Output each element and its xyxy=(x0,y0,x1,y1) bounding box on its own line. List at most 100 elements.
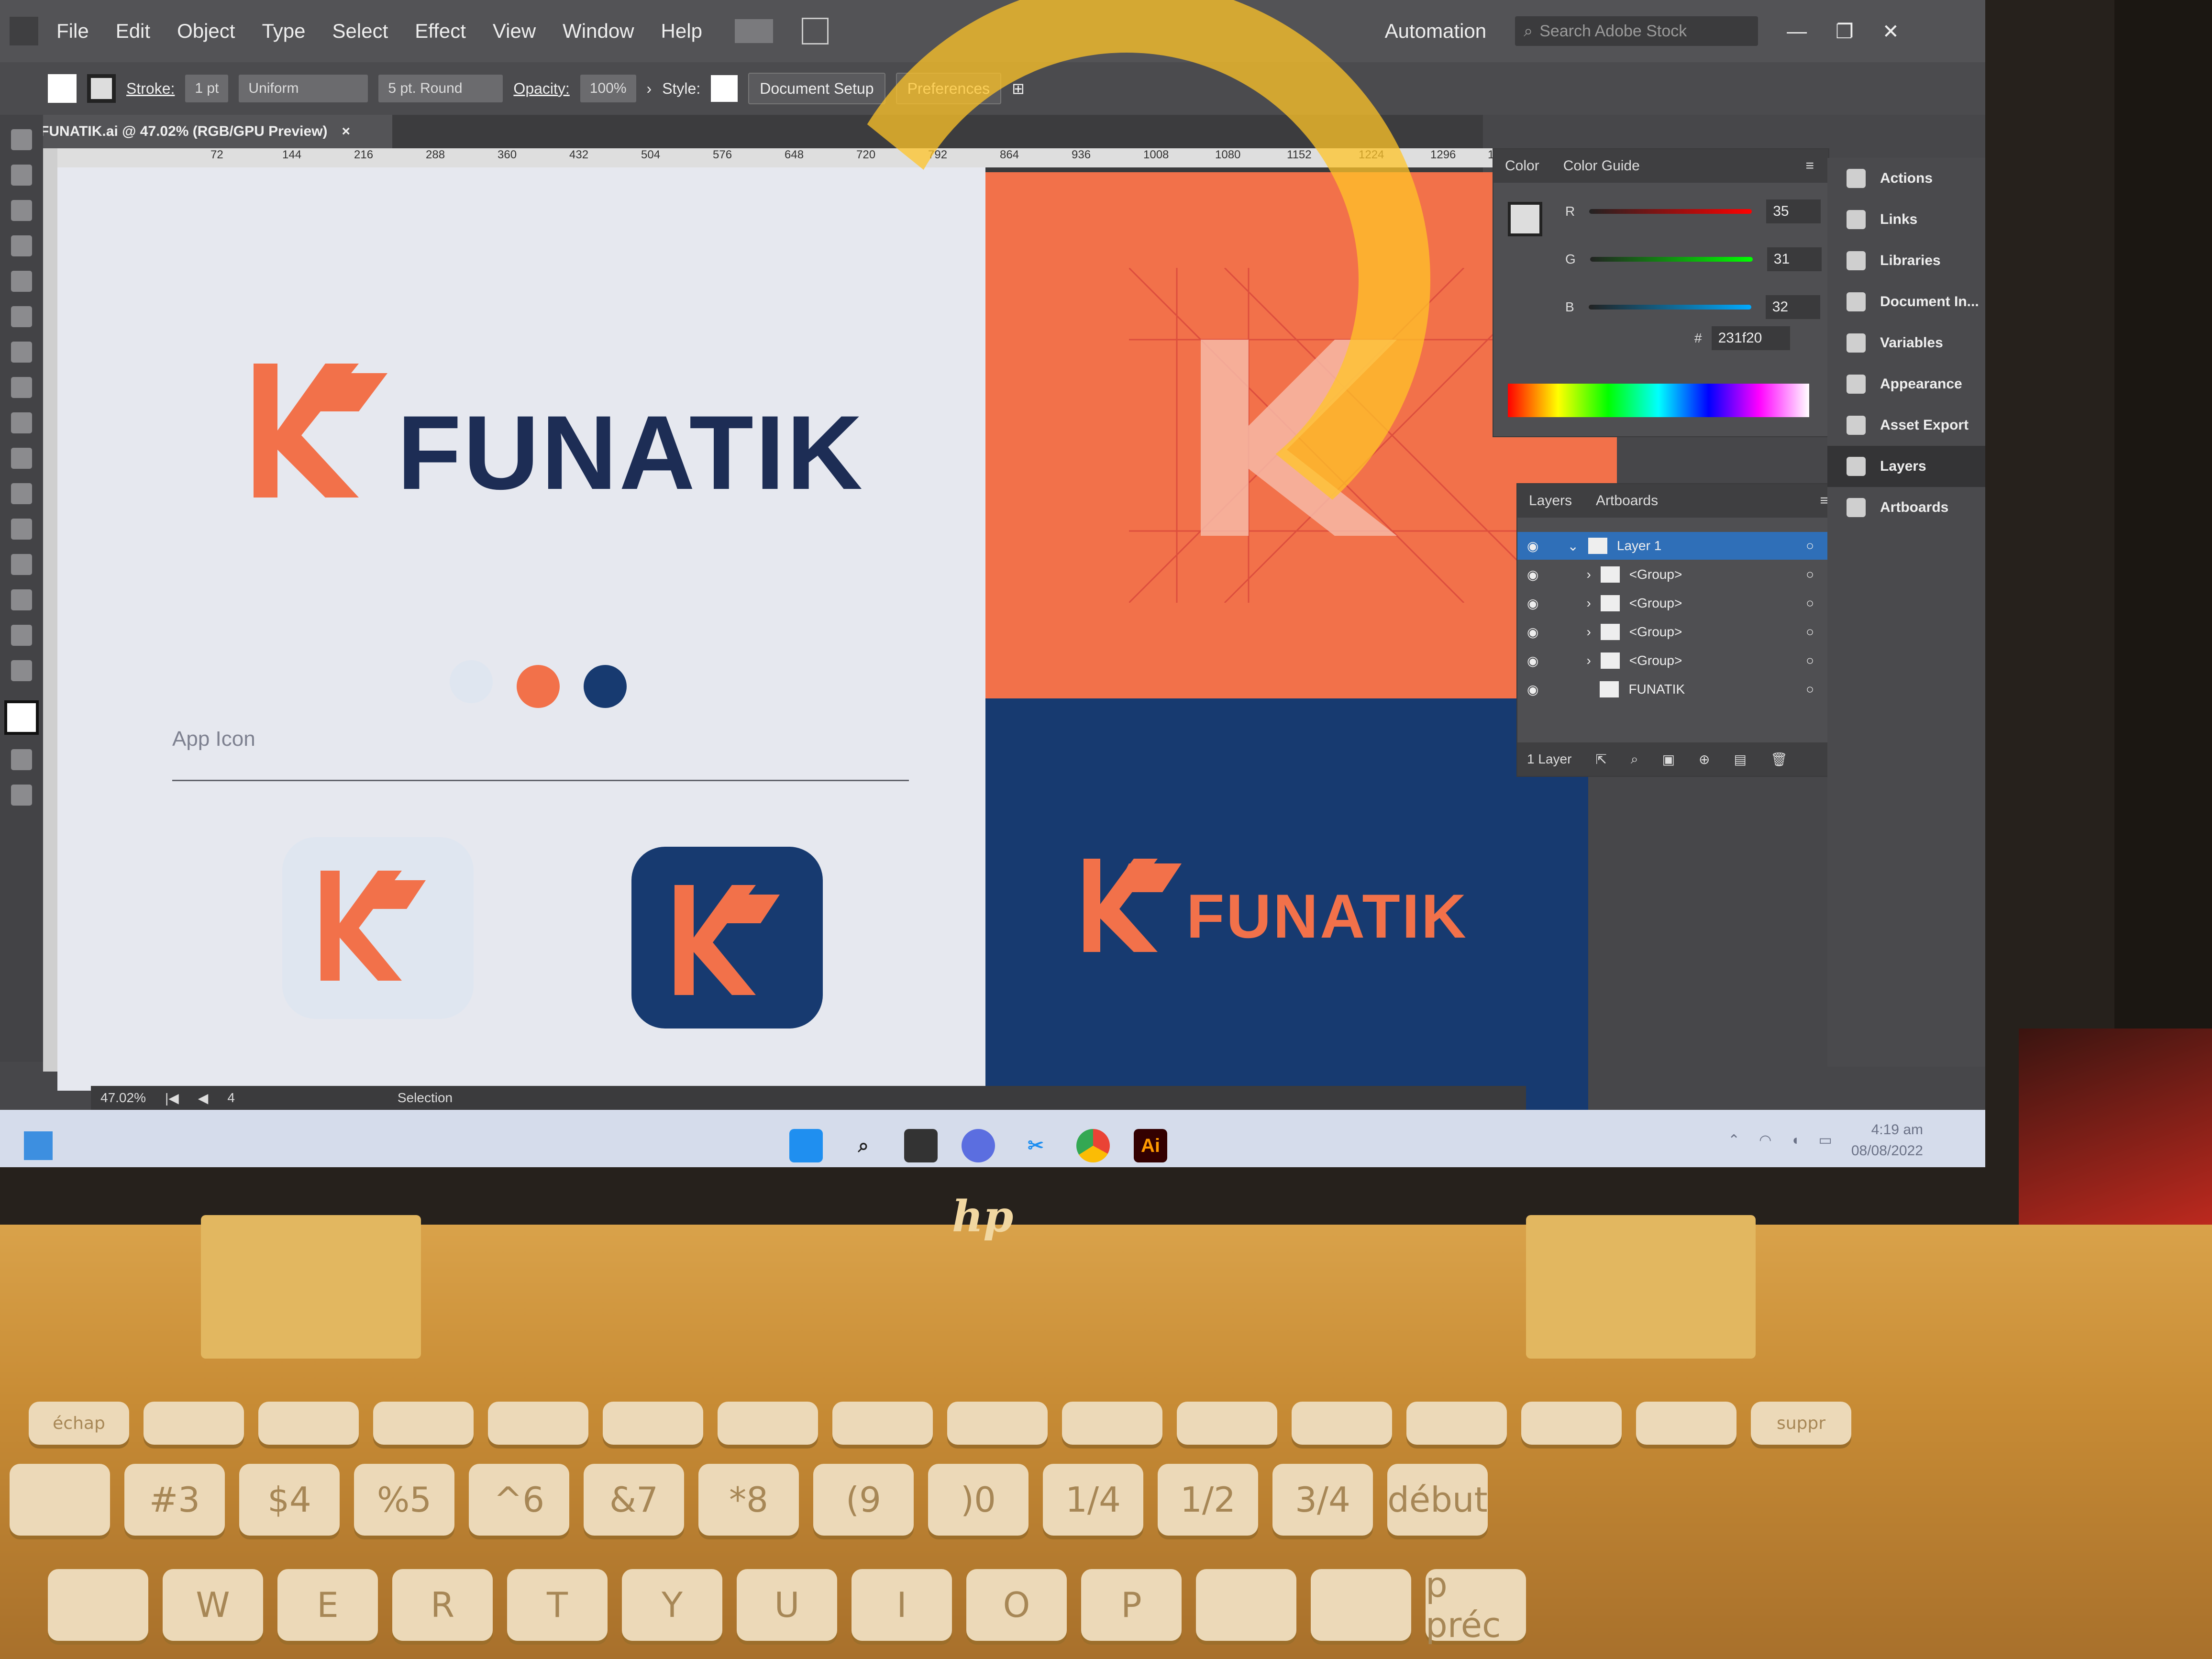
workspace-switcher[interactable]: Automation xyxy=(1385,20,1486,43)
key-u[interactable]: U xyxy=(737,1569,837,1641)
eye-icon[interactable]: ◉ xyxy=(1527,596,1538,611)
eye-icon[interactable]: ◉ xyxy=(1527,567,1538,583)
chevron-down-icon[interactable]: ⌄ xyxy=(1567,538,1578,554)
target-icon[interactable]: ○ xyxy=(1806,624,1814,640)
key-f7[interactable] xyxy=(832,1402,933,1445)
align-icon[interactable]: ⊞ xyxy=(1012,79,1025,98)
key-esc[interactable]: échap xyxy=(29,1402,129,1445)
stock-search-input[interactable]: ⌕ Search Adobe Stock xyxy=(1515,16,1759,46)
close-icon[interactable]: ✕ xyxy=(1882,20,1899,43)
pen-tool-icon[interactable] xyxy=(11,200,32,221)
wifi-icon[interactable]: ◠ xyxy=(1759,1130,1771,1151)
chevron-right-icon[interactable]: › xyxy=(1586,567,1591,582)
width-tool-icon[interactable] xyxy=(11,483,32,504)
draw-mode-icon[interactable] xyxy=(11,749,32,770)
scale-tool-icon[interactable] xyxy=(11,448,32,469)
layer-row[interactable]: ◉ FUNATIK ○ xyxy=(1517,675,1833,703)
close-tab-icon[interactable]: × xyxy=(342,123,351,140)
target-icon[interactable]: ○ xyxy=(1806,682,1814,697)
chevron-up-icon[interactable]: ⌃ xyxy=(1728,1130,1740,1151)
key-w[interactable]: W xyxy=(163,1569,263,1641)
delete-icon[interactable]: 🗑 xyxy=(1770,752,1788,767)
key-f2[interactable] xyxy=(258,1402,359,1445)
key-q[interactable] xyxy=(48,1569,148,1641)
snipping-tool-icon[interactable]: ✂ xyxy=(1019,1129,1052,1162)
new-sublayer-icon[interactable]: ⊕ xyxy=(1699,752,1710,767)
eyedropper-tool-icon[interactable] xyxy=(11,625,32,646)
selection-tool-icon[interactable] xyxy=(11,129,32,150)
menu-type[interactable]: Type xyxy=(248,20,319,43)
eye-icon[interactable]: ◉ xyxy=(1527,538,1538,554)
stroke-label[interactable]: Stroke: xyxy=(126,80,175,98)
zoom-tool-icon[interactable] xyxy=(11,660,32,681)
layer-row[interactable]: ◉ ⌄ Layer 1 ○ xyxy=(1517,532,1833,560)
key-f1[interactable] xyxy=(144,1402,244,1445)
key-home[interactable]: début xyxy=(1387,1464,1488,1536)
dock-document-info[interactable]: Document In... xyxy=(1827,281,1985,322)
layer-row[interactable]: ◉ › <Group> ○ xyxy=(1517,589,1833,617)
target-icon[interactable]: ○ xyxy=(1806,596,1814,611)
key-f13[interactable] xyxy=(1521,1402,1622,1445)
dock-actions[interactable]: Actions xyxy=(1827,158,1985,199)
opacity-field[interactable]: 100% xyxy=(580,75,636,102)
key-f5[interactable] xyxy=(603,1402,703,1445)
key-8[interactable]: * 8 xyxy=(698,1464,799,1536)
key-f9[interactable] xyxy=(1062,1402,1162,1445)
chrome-icon[interactable] xyxy=(1076,1129,1110,1162)
key-half[interactable]: 1/2 xyxy=(1158,1464,1258,1536)
key-e[interactable]: E xyxy=(277,1569,378,1641)
type-tool-icon[interactable] xyxy=(11,235,32,256)
chevron-right-icon[interactable]: › xyxy=(1586,596,1591,611)
preferences-button[interactable]: Preferences xyxy=(896,73,1002,104)
key-7[interactable]: & 7 xyxy=(584,1464,684,1536)
eraser-tool-icon[interactable] xyxy=(11,377,32,398)
target-icon[interactable]: ○ xyxy=(1806,653,1814,668)
eye-icon[interactable]: ◉ xyxy=(1527,682,1538,697)
dock-layers[interactable]: Layers xyxy=(1827,446,1985,487)
prev-artboard-icon[interactable]: ◀ xyxy=(198,1090,209,1106)
clock-date[interactable]: 08/08/2022 xyxy=(1851,1140,1923,1161)
rotate-tool-icon[interactable] xyxy=(11,412,32,433)
artboard-number-field[interactable]: 4 xyxy=(227,1090,235,1106)
stroke-swatch[interactable] xyxy=(87,74,116,103)
stroke-weight-field[interactable]: 1 pt xyxy=(185,75,229,102)
key-o[interactable]: O xyxy=(966,1569,1067,1641)
color-spectrum[interactable] xyxy=(1508,384,1809,417)
document-tab[interactable]: FUNATIK.ai @ 47.02% (RGB/GPU Preview) × xyxy=(29,115,392,148)
task-view-icon[interactable] xyxy=(904,1129,938,1162)
key-f3[interactable] xyxy=(373,1402,474,1445)
key-f6[interactable] xyxy=(718,1402,818,1445)
fill-swatch[interactable] xyxy=(48,74,77,103)
fill-stroke-swatch[interactable] xyxy=(4,700,39,735)
panel-menu-icon[interactable]: ≡ xyxy=(1805,158,1814,174)
key-9[interactable]: (9 xyxy=(813,1464,914,1536)
paintbrush-tool-icon[interactable] xyxy=(11,342,32,363)
menu-help[interactable]: Help xyxy=(648,20,716,43)
graphic-style-swatch[interactable] xyxy=(711,75,738,102)
chat-icon[interactable] xyxy=(962,1129,995,1162)
zoom-field[interactable]: 47.02% xyxy=(100,1090,146,1106)
volume-icon[interactable]: ◖ xyxy=(1791,1130,1799,1151)
key-2[interactable] xyxy=(10,1464,110,1536)
restore-icon[interactable]: ❐ xyxy=(1836,20,1854,43)
minimize-icon[interactable]: — xyxy=(1787,20,1807,43)
key-f8[interactable] xyxy=(947,1402,1048,1445)
first-artboard-icon[interactable]: |◀ xyxy=(165,1090,179,1106)
fill-stroke-indicator[interactable] xyxy=(1508,202,1542,236)
dock-appearance[interactable]: Appearance xyxy=(1827,364,1985,405)
key-f12[interactable] xyxy=(1406,1402,1507,1445)
g-value-field[interactable]: 31 xyxy=(1767,247,1822,271)
layer-row[interactable]: ◉ › <Group> ○ xyxy=(1517,618,1833,646)
dock-libraries[interactable]: Libraries xyxy=(1827,240,1985,281)
tab-artboards[interactable]: Artboards xyxy=(1596,493,1658,509)
dock-artboards[interactable]: Artboards xyxy=(1827,487,1985,528)
menu-select[interactable]: Select xyxy=(319,20,402,43)
b-slider[interactable] xyxy=(1588,305,1751,310)
locate-object-icon[interactable]: ⌕ xyxy=(1631,752,1638,767)
r-value-field[interactable]: 35 xyxy=(1766,199,1821,223)
key-f4[interactable] xyxy=(488,1402,588,1445)
widgets-icon[interactable] xyxy=(24,1131,53,1160)
menu-window[interactable]: Window xyxy=(549,20,647,43)
export-icon[interactable]: ⇱ xyxy=(1595,752,1606,767)
document-setup-button[interactable]: Document Setup xyxy=(748,73,885,104)
